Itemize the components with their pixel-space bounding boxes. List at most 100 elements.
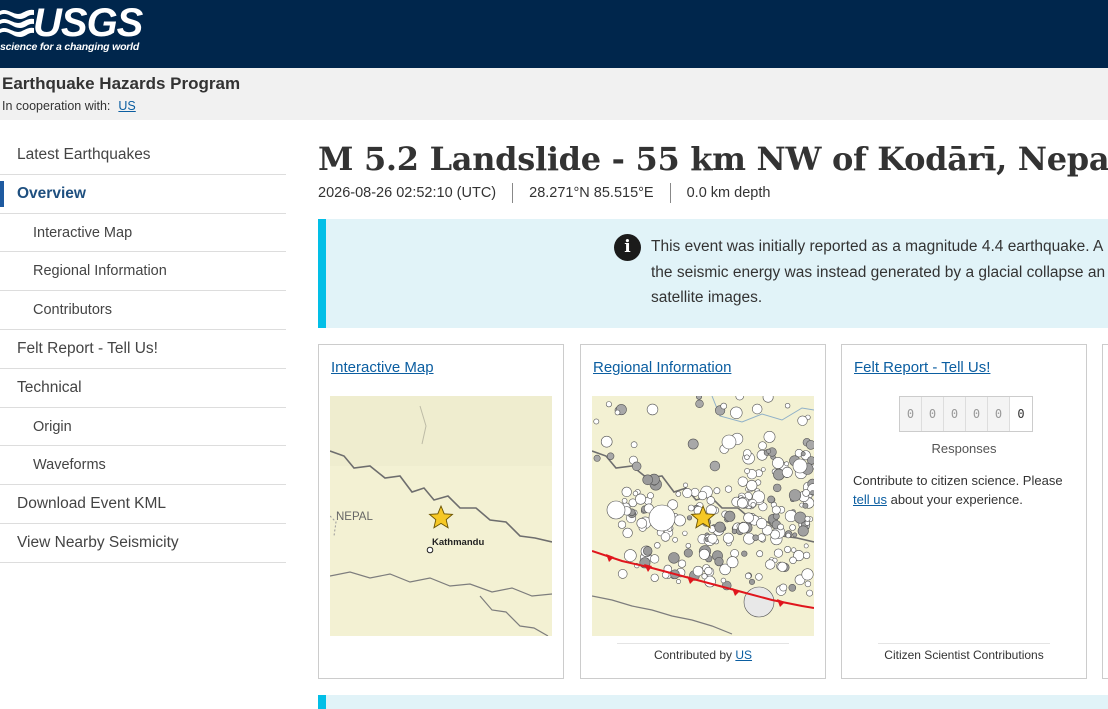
earthquake-dot: [672, 537, 678, 543]
earthquake-dot: [781, 466, 793, 478]
earthquake-dot: [756, 550, 764, 558]
earthquake-dot: [635, 493, 647, 505]
earthquake-dot: [766, 448, 772, 454]
earthquake-dot: [642, 546, 653, 556]
earthquake-dot: [750, 502, 756, 508]
earthquake-dot: [683, 548, 693, 558]
earthquake-dot: [745, 572, 752, 580]
usgs-logo[interactable]: USGS science for a changing world: [0, 1, 143, 55]
next-card-partial[interactable]: [1102, 344, 1108, 679]
regional-seismicity-thumbnail[interactable]: [592, 396, 814, 636]
earthquake-dot: [630, 441, 638, 449]
earthquake-dot: [789, 556, 797, 565]
cooperation-line: In cooperation with: US: [2, 99, 136, 113]
usgs-logo-text: USGS: [33, 1, 143, 45]
felt-text-after: about your experience.: [890, 492, 1023, 507]
earthquake-dot: [593, 418, 600, 425]
interactive-map-thumbnail[interactable]: NEPAL Kathmandu: [330, 396, 552, 636]
earthquake-dot: [593, 454, 601, 462]
earthquake-dot: [648, 504, 676, 532]
secondary-alert-partial: [318, 695, 1108, 709]
interactive-map-link[interactable]: Interactive Map: [331, 359, 434, 376]
counter-digit: 0: [900, 397, 922, 431]
alert-line-1: This event was initially reported as a m…: [651, 238, 1104, 255]
counter-digit: 0: [944, 397, 966, 431]
earthquake-dot: [806, 440, 814, 450]
map-label-kathmandu: Kathmandu: [432, 537, 484, 548]
earthquake-dot: [752, 403, 763, 415]
earthquake-dot: [765, 559, 776, 570]
nav-contributors[interactable]: Contributors: [0, 291, 286, 330]
earthquake-dot: [794, 511, 807, 524]
earthquake-dot: [606, 452, 615, 460]
earthquake-dot: [654, 542, 661, 549]
alert-text: This event was initially reported as a m…: [651, 234, 1108, 311]
earthquake-dot: [792, 458, 808, 474]
earthquake-dot: [713, 487, 721, 495]
felt-report-card[interactable]: Felt Report - Tell Us! 0 0 0 0 0 0 Respo…: [841, 344, 1087, 679]
nav-felt-report[interactable]: Felt Report - Tell Us!: [0, 330, 286, 369]
earthquake-dot: [720, 577, 727, 584]
earthquake-dot: [803, 543, 809, 549]
nav-regional-information[interactable]: Regional Information: [0, 252, 286, 292]
earthquake-dot: [698, 548, 710, 560]
earthquake-dot: [692, 565, 704, 577]
earthquake-dot: [736, 497, 748, 509]
felt-text-before: Contribute to citizen science. Please: [853, 473, 1063, 488]
earthquake-dot: [741, 550, 748, 557]
earthquake-dot: [695, 399, 704, 409]
earthquake-dot: [804, 515, 811, 522]
nav-origin[interactable]: Origin: [0, 408, 286, 447]
nav-latest-earthquakes[interactable]: Latest Earthquakes: [0, 136, 286, 175]
earthquake-dot: [649, 554, 660, 564]
felt-report-link[interactable]: Felt Report - Tell Us!: [854, 359, 990, 376]
earthquake-dot: [650, 573, 659, 582]
earthquake-dot: [676, 579, 681, 584]
earthquake-dot: [743, 586, 775, 618]
earthquake-dot: [752, 534, 759, 541]
tell-us-link[interactable]: tell us: [853, 492, 887, 507]
earthquake-dot: [771, 505, 781, 515]
earthquake-dot: [806, 589, 813, 597]
earthquake-dot: [788, 489, 802, 502]
earthquake-dot: [722, 532, 734, 544]
nav-waveforms[interactable]: Waveforms: [0, 446, 286, 486]
earthquake-dot: [789, 524, 796, 531]
earthquake-dot: [802, 502, 809, 509]
earthquake-dot: [758, 441, 767, 451]
nav-download-kml[interactable]: Download Event KML: [0, 485, 286, 524]
earthquake-dot: [617, 569, 628, 579]
earthquake-dot: [744, 454, 750, 460]
felt-description: Contribute to citizen science. Please te…: [853, 471, 1077, 509]
earthquake-dot: [683, 482, 689, 488]
nav-nearby-seismicity[interactable]: View Nearby Seismicity: [0, 524, 286, 563]
earthquake-dot: [784, 461, 789, 467]
earthquake-dot: [792, 532, 798, 538]
earthquake-dot: [668, 552, 680, 564]
card-divider: [617, 643, 789, 644]
regional-information-link[interactable]: Regional Information: [593, 359, 731, 376]
nav-overview[interactable]: Overview: [0, 175, 286, 214]
earthquake-dot: [696, 396, 702, 400]
nav-technical[interactable]: Technical: [0, 369, 286, 408]
earthquake-dot: [737, 476, 748, 487]
earthquake-dot: [675, 491, 682, 497]
earthquake-dot: [636, 518, 648, 529]
earthquake-dot: [744, 468, 750, 474]
responses-counter: 0 0 0 0 0 0: [899, 396, 1033, 432]
earthquake-dot: [647, 492, 654, 499]
program-title[interactable]: Earthquake Hazards Program: [2, 74, 240, 94]
usgs-wave-icon: [0, 9, 34, 37]
contributor-link[interactable]: US: [735, 648, 752, 662]
regional-information-card[interactable]: Regional Information Contributed by US: [580, 344, 826, 679]
coop-link[interactable]: US: [118, 99, 135, 113]
earthquake-dot: [721, 434, 737, 450]
earthquake-dot: [746, 480, 758, 492]
earthquake-dot: [797, 415, 808, 426]
interactive-map-card[interactable]: Interactive Map NEPAL Kathmandu ​: [318, 344, 564, 679]
side-navigation: Latest Earthquakes Overview Interactive …: [0, 136, 286, 563]
earthquake-dot: [701, 573, 708, 580]
earthquake-dot: [802, 489, 810, 497]
nav-interactive-map[interactable]: Interactive Map: [0, 214, 286, 253]
earthquake-dot: [788, 584, 797, 592]
